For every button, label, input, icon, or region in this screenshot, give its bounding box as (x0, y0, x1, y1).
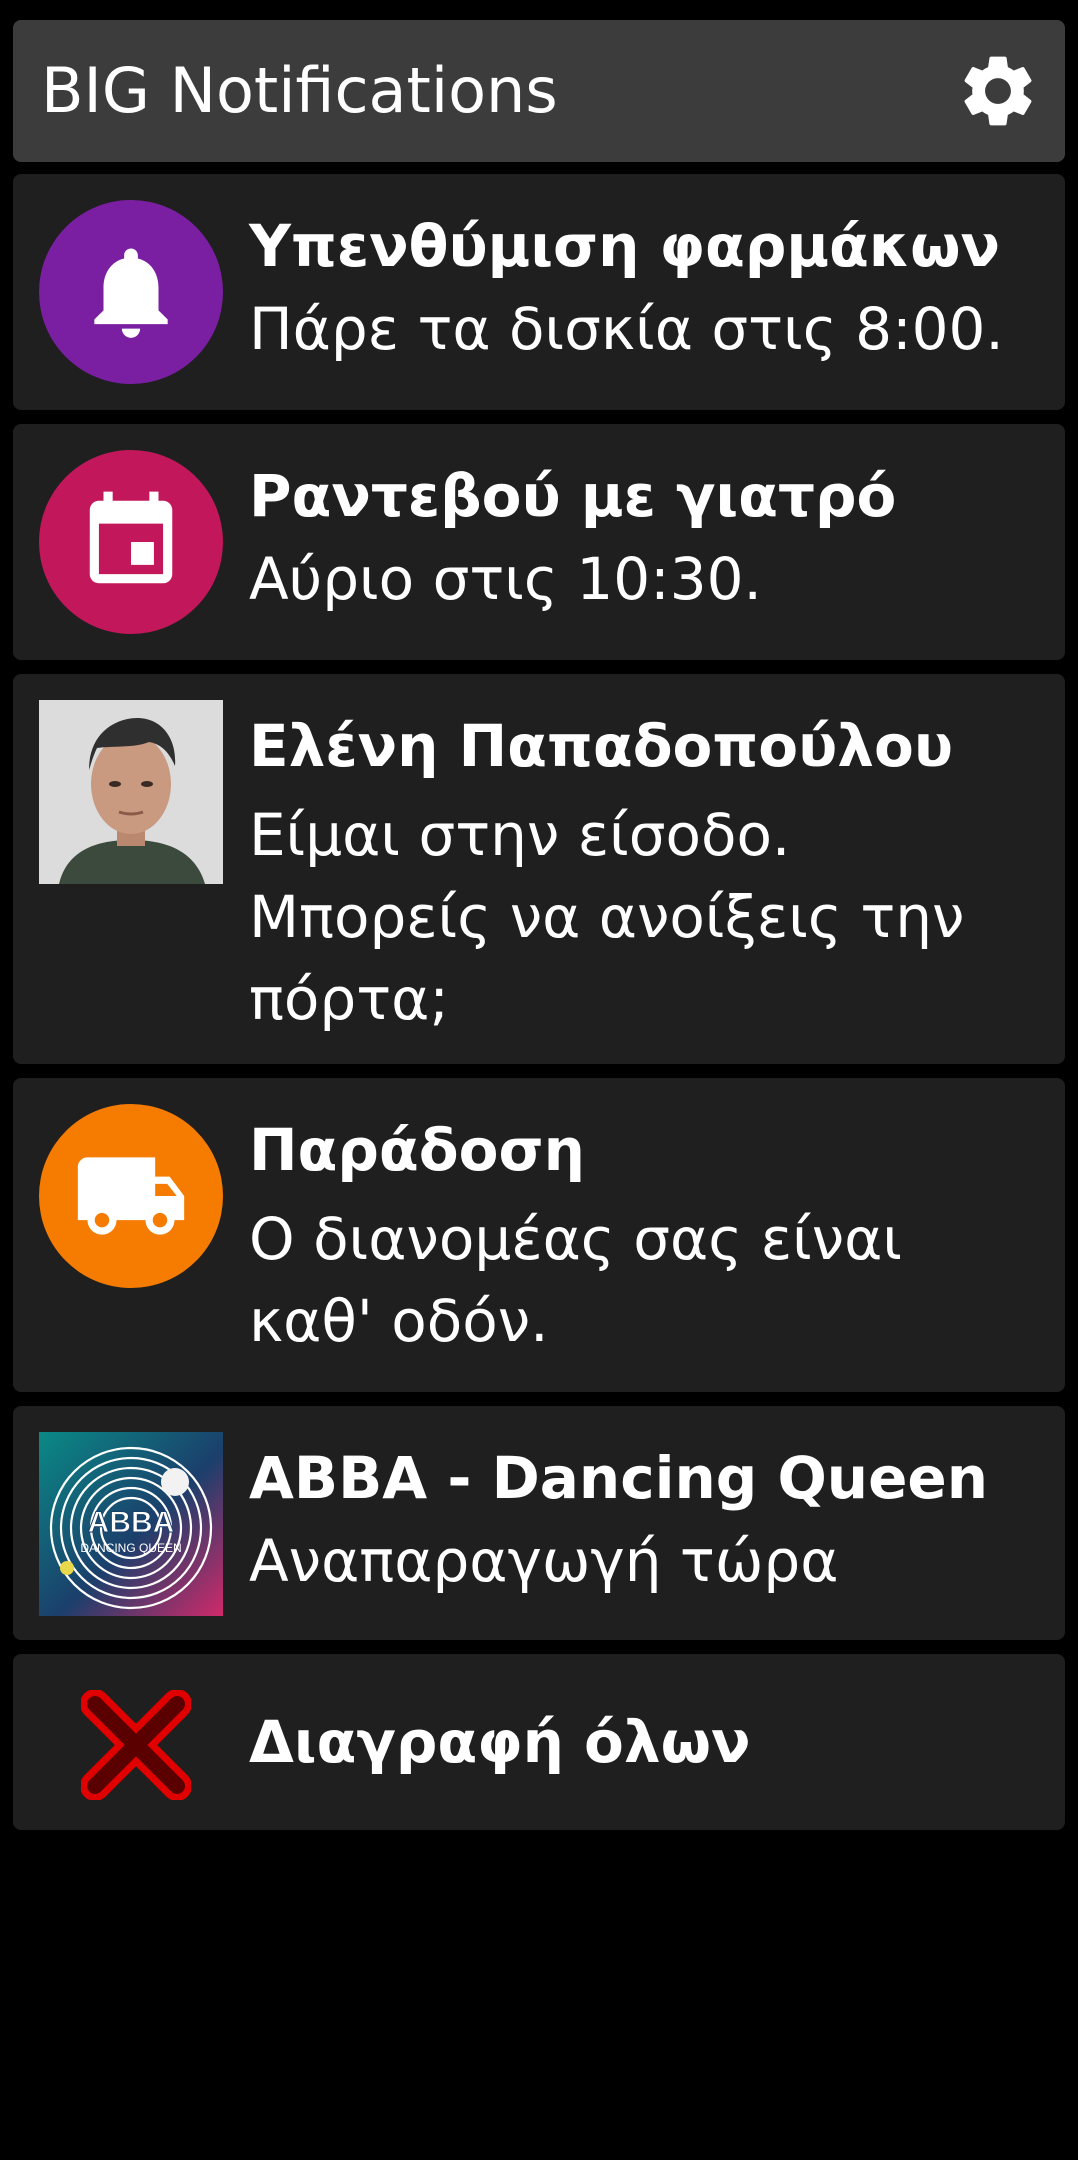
gear-icon[interactable] (955, 48, 1041, 134)
close-icon (80, 1689, 192, 1801)
notification-title: ABBA - Dancing Queen (249, 1444, 989, 1512)
app-title: BIG Notifications (41, 54, 558, 127)
clear-all-label: Διαγραφή όλων (249, 1708, 751, 1776)
notification-title: Υπενθύμιση φαρμάκων (249, 212, 1000, 280)
truck-icon (39, 1104, 223, 1288)
notification-title: Ραντεβού με γιατρό (249, 462, 897, 530)
calendar-icon (39, 450, 223, 634)
album-art: ABBA DANCING QUEEN (39, 1432, 223, 1616)
notification-card-delivery[interactable]: Παράδοση Ο διανομέας σας είναι καθ' οδόν… (13, 1078, 1065, 1392)
notification-card-message[interactable]: Ελένη Παπαδοπούλου Είμαι στην είσοδο. Μπ… (13, 674, 1065, 1064)
app-header: BIG Notifications (13, 20, 1065, 162)
notification-title: Παράδοση (249, 1116, 585, 1184)
notification-card-medication[interactable]: Υπενθύμιση φαρμάκων Πάρε τα δισκία στις … (13, 174, 1065, 410)
album-title-text: ABBA (88, 1506, 175, 1539)
notification-body: Ο διανομέας σας είναι καθ' οδόν. (249, 1205, 902, 1355)
notification-card-appointment[interactable]: Ραντεβού με γιατρό Αύριο στις 10:30. (13, 424, 1065, 660)
notification-card-music[interactable]: ABBA DANCING QUEEN ABBA - Dancing Queen … (13, 1406, 1065, 1640)
notification-title: Ελένη Παπαδοπούλου (249, 712, 954, 780)
notification-body: Αύριο στις 10:30. (249, 545, 762, 613)
bell-icon (39, 200, 223, 384)
notification-body: Αναπαραγωγή τώρα (249, 1527, 839, 1595)
album-subtitle-text: DANCING QUEEN (80, 1541, 181, 1555)
contact-photo (39, 700, 223, 884)
notification-body: Είμαι στην είσοδο. Μπορείς να ανοίξεις τ… (249, 801, 965, 1033)
clear-all-button[interactable]: Διαγραφή όλων (13, 1654, 1065, 1830)
notification-body: Πάρε τα δισκία στις 8:00. (249, 295, 1004, 363)
